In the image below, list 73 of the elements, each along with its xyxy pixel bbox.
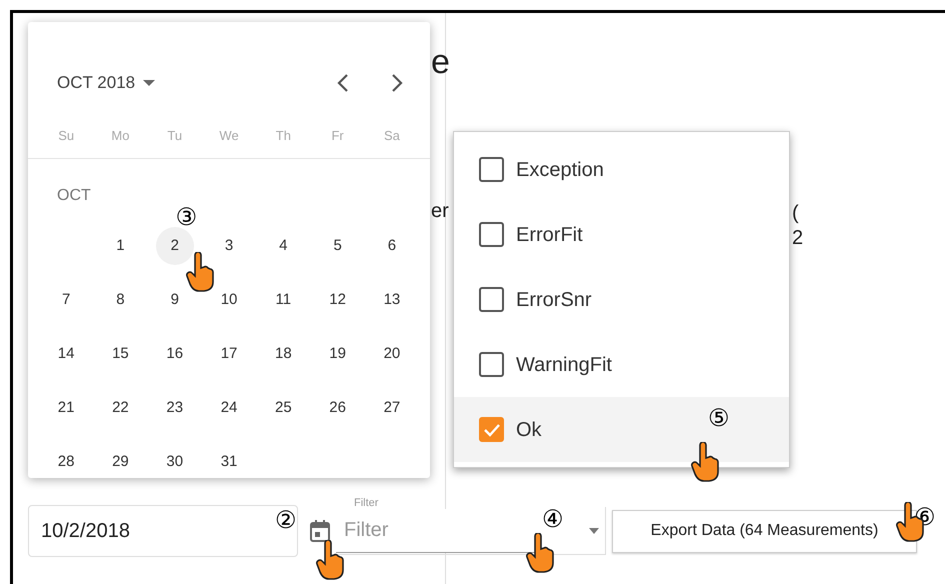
menu-item[interactable]: Exception	[454, 137, 789, 202]
calendar-day[interactable]: 20	[372, 335, 411, 373]
checkmark-icon	[482, 422, 500, 436]
calendar-day[interactable]: 4	[264, 227, 302, 265]
checkbox[interactable]	[479, 222, 504, 247]
hand-cursor-icon	[316, 540, 346, 580]
weekday-label: Sa	[382, 126, 401, 145]
export-button[interactable]: Export Data (64 Measurements)	[612, 510, 917, 552]
weekday-label: Su	[57, 126, 76, 145]
calendar-day[interactable]: 22	[101, 389, 140, 427]
calendar-day[interactable]: 30	[156, 443, 194, 481]
month-section-label: OCT	[57, 187, 91, 204]
menu-item[interactable]: ErrorSnr	[454, 267, 789, 332]
calendar-day[interactable]: 31	[210, 443, 248, 481]
weekday-label: Fr	[330, 126, 345, 145]
calendar-day[interactable]: 29	[101, 443, 140, 481]
heading-text: e	[431, 42, 450, 83]
menu-item-label: WarningFit	[516, 352, 612, 378]
calendar-day[interactable]: 19	[318, 335, 357, 373]
checkbox[interactable]	[479, 287, 504, 312]
menu-item-label: ErrorSnr	[516, 288, 592, 312]
label-text: er	[431, 199, 449, 224]
column-text: (	[792, 201, 799, 226]
menu-item-label: Exception	[516, 158, 604, 182]
calendar-day[interactable]: 6	[372, 227, 411, 265]
callout-number: ②	[275, 508, 297, 532]
menu-item-label: Ok	[516, 418, 542, 442]
calendar-day[interactable]: 7	[47, 281, 86, 319]
menu-item[interactable]: WarningFit	[454, 332, 789, 397]
calendar-day[interactable]: 10	[210, 281, 248, 319]
column-text: 2	[792, 226, 804, 251]
calendar-day[interactable]: 8	[101, 281, 140, 319]
calendar-day[interactable]: 14	[47, 335, 86, 373]
callout-number: ③	[176, 205, 198, 229]
weekday-label: Tu	[166, 126, 184, 145]
weekday-label: Mo	[110, 126, 130, 145]
checkbox[interactable]	[479, 417, 504, 442]
callout-number: ④	[542, 507, 564, 531]
calendar-day[interactable]: 3	[210, 227, 248, 265]
month-selector[interactable]: OCT 2018	[57, 70, 156, 96]
calendar-day[interactable]: 23	[156, 389, 194, 427]
next-month-icon[interactable]	[390, 72, 404, 92]
hand-cursor-icon	[526, 533, 556, 573]
calendar-day[interactable]: 11	[264, 281, 302, 319]
calendar-day[interactable]: 21	[47, 389, 86, 427]
calendar-day[interactable]: 13	[372, 281, 411, 319]
calendar-day[interactable]: 17	[210, 335, 248, 373]
weekday-label: We	[218, 126, 240, 145]
calendar-day[interactable]: 12	[318, 281, 357, 319]
calendar-day[interactable]: 18	[264, 335, 302, 373]
weekday-label: Th	[274, 126, 292, 145]
callout-number: ⑤	[708, 406, 730, 430]
caret-icon	[143, 80, 156, 86]
checkbox[interactable]	[479, 352, 504, 377]
calendar-day[interactable]: 1	[101, 227, 140, 265]
hand-cursor-icon	[186, 252, 216, 292]
calendar-day[interactable]: 9	[156, 281, 194, 319]
calendar-day[interactable]: 25	[264, 389, 302, 427]
calendar-day[interactable]: 16	[156, 335, 194, 373]
calendar-day[interactable]: 15	[101, 335, 140, 373]
calendar-day[interactable]: 2	[156, 227, 194, 265]
calendar-day[interactable]: 5	[318, 227, 357, 265]
hand-cursor-icon	[691, 442, 721, 482]
previous-month-icon[interactable]	[336, 72, 350, 92]
calendar-day[interactable]: 28	[47, 443, 86, 481]
calendar-day[interactable]: 27	[372, 389, 411, 427]
caret-icon	[589, 528, 599, 534]
calendar-day[interactable]: 26	[318, 389, 357, 427]
calendar-icon[interactable]	[310, 520, 330, 542]
menu-item-label: ErrorFit	[516, 222, 583, 248]
menu-item[interactable]: ErrorFit	[454, 202, 789, 267]
calendar-day[interactable]: 24	[210, 389, 248, 427]
checkbox[interactable]	[479, 157, 504, 182]
